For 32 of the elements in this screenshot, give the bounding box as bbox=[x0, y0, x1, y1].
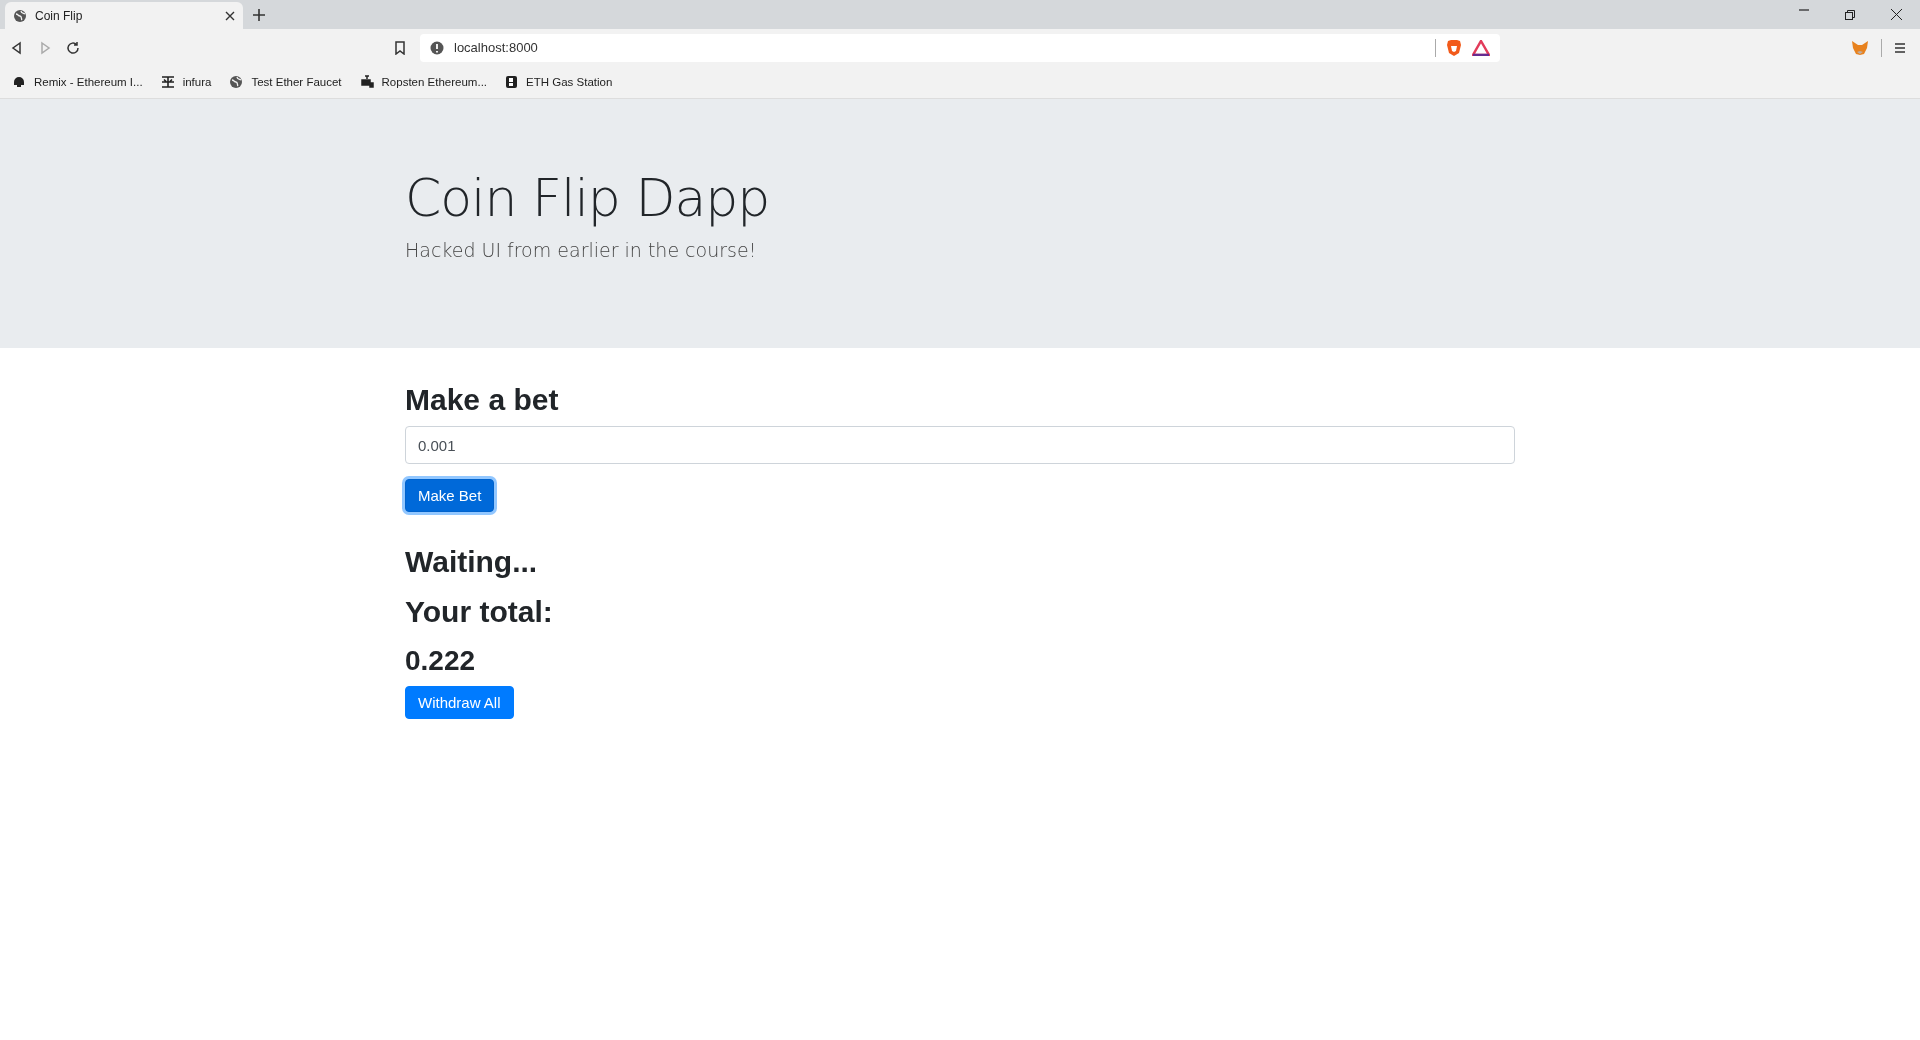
make-bet-button[interactable]: Make Bet bbox=[405, 479, 495, 512]
browser-tab[interactable]: Coin Flip bbox=[5, 2, 243, 29]
section-heading: Make a bet bbox=[405, 382, 559, 418]
bet-amount-field[interactable]: 0.001 bbox=[405, 426, 1515, 464]
page-title: Coin Flip Dapp bbox=[405, 167, 771, 230]
bookmark-link[interactable]: ETH Gas Station bbox=[505, 75, 613, 89]
helmet-icon bbox=[12, 75, 26, 89]
bookmark-link[interactable]: Ropsten Ethereum... bbox=[359, 75, 488, 89]
address-bar[interactable]: localhost:8000 bbox=[420, 33, 1500, 62]
gas-pump-icon bbox=[505, 75, 519, 89]
reload-button[interactable] bbox=[66, 40, 80, 55]
close-tab-button[interactable] bbox=[225, 10, 235, 21]
bookmark-link[interactable]: infura bbox=[160, 76, 212, 88]
globe-icon bbox=[13, 8, 27, 23]
triangle-icon[interactable] bbox=[1472, 39, 1490, 56]
info-icon bbox=[430, 40, 444, 55]
url-text: localhost:8000 bbox=[454, 40, 539, 55]
withdraw-button[interactable]: Withdraw All bbox=[405, 685, 514, 719]
back-button[interactable] bbox=[10, 40, 24, 55]
tab-title: Coin Flip bbox=[35, 8, 84, 23]
bookmark-link[interactable]: Test Ether Faucet bbox=[229, 75, 342, 89]
menu-button[interactable] bbox=[1894, 41, 1906, 54]
globe-icon bbox=[229, 75, 244, 89]
restore-button[interactable] bbox=[1845, 9, 1855, 20]
bookmark-link[interactable]: Remix - Ethereum I... bbox=[12, 75, 143, 89]
bookmark-button[interactable] bbox=[394, 40, 406, 55]
status-heading: Waiting... bbox=[405, 544, 538, 580]
total-value: 0.222 bbox=[405, 644, 476, 678]
close-window-button[interactable] bbox=[1891, 9, 1902, 20]
new-tab-button[interactable] bbox=[253, 8, 265, 21]
page-subtitle: Hacked UI from earlier in the course! bbox=[405, 239, 758, 262]
total-label: Your total: bbox=[405, 594, 553, 630]
